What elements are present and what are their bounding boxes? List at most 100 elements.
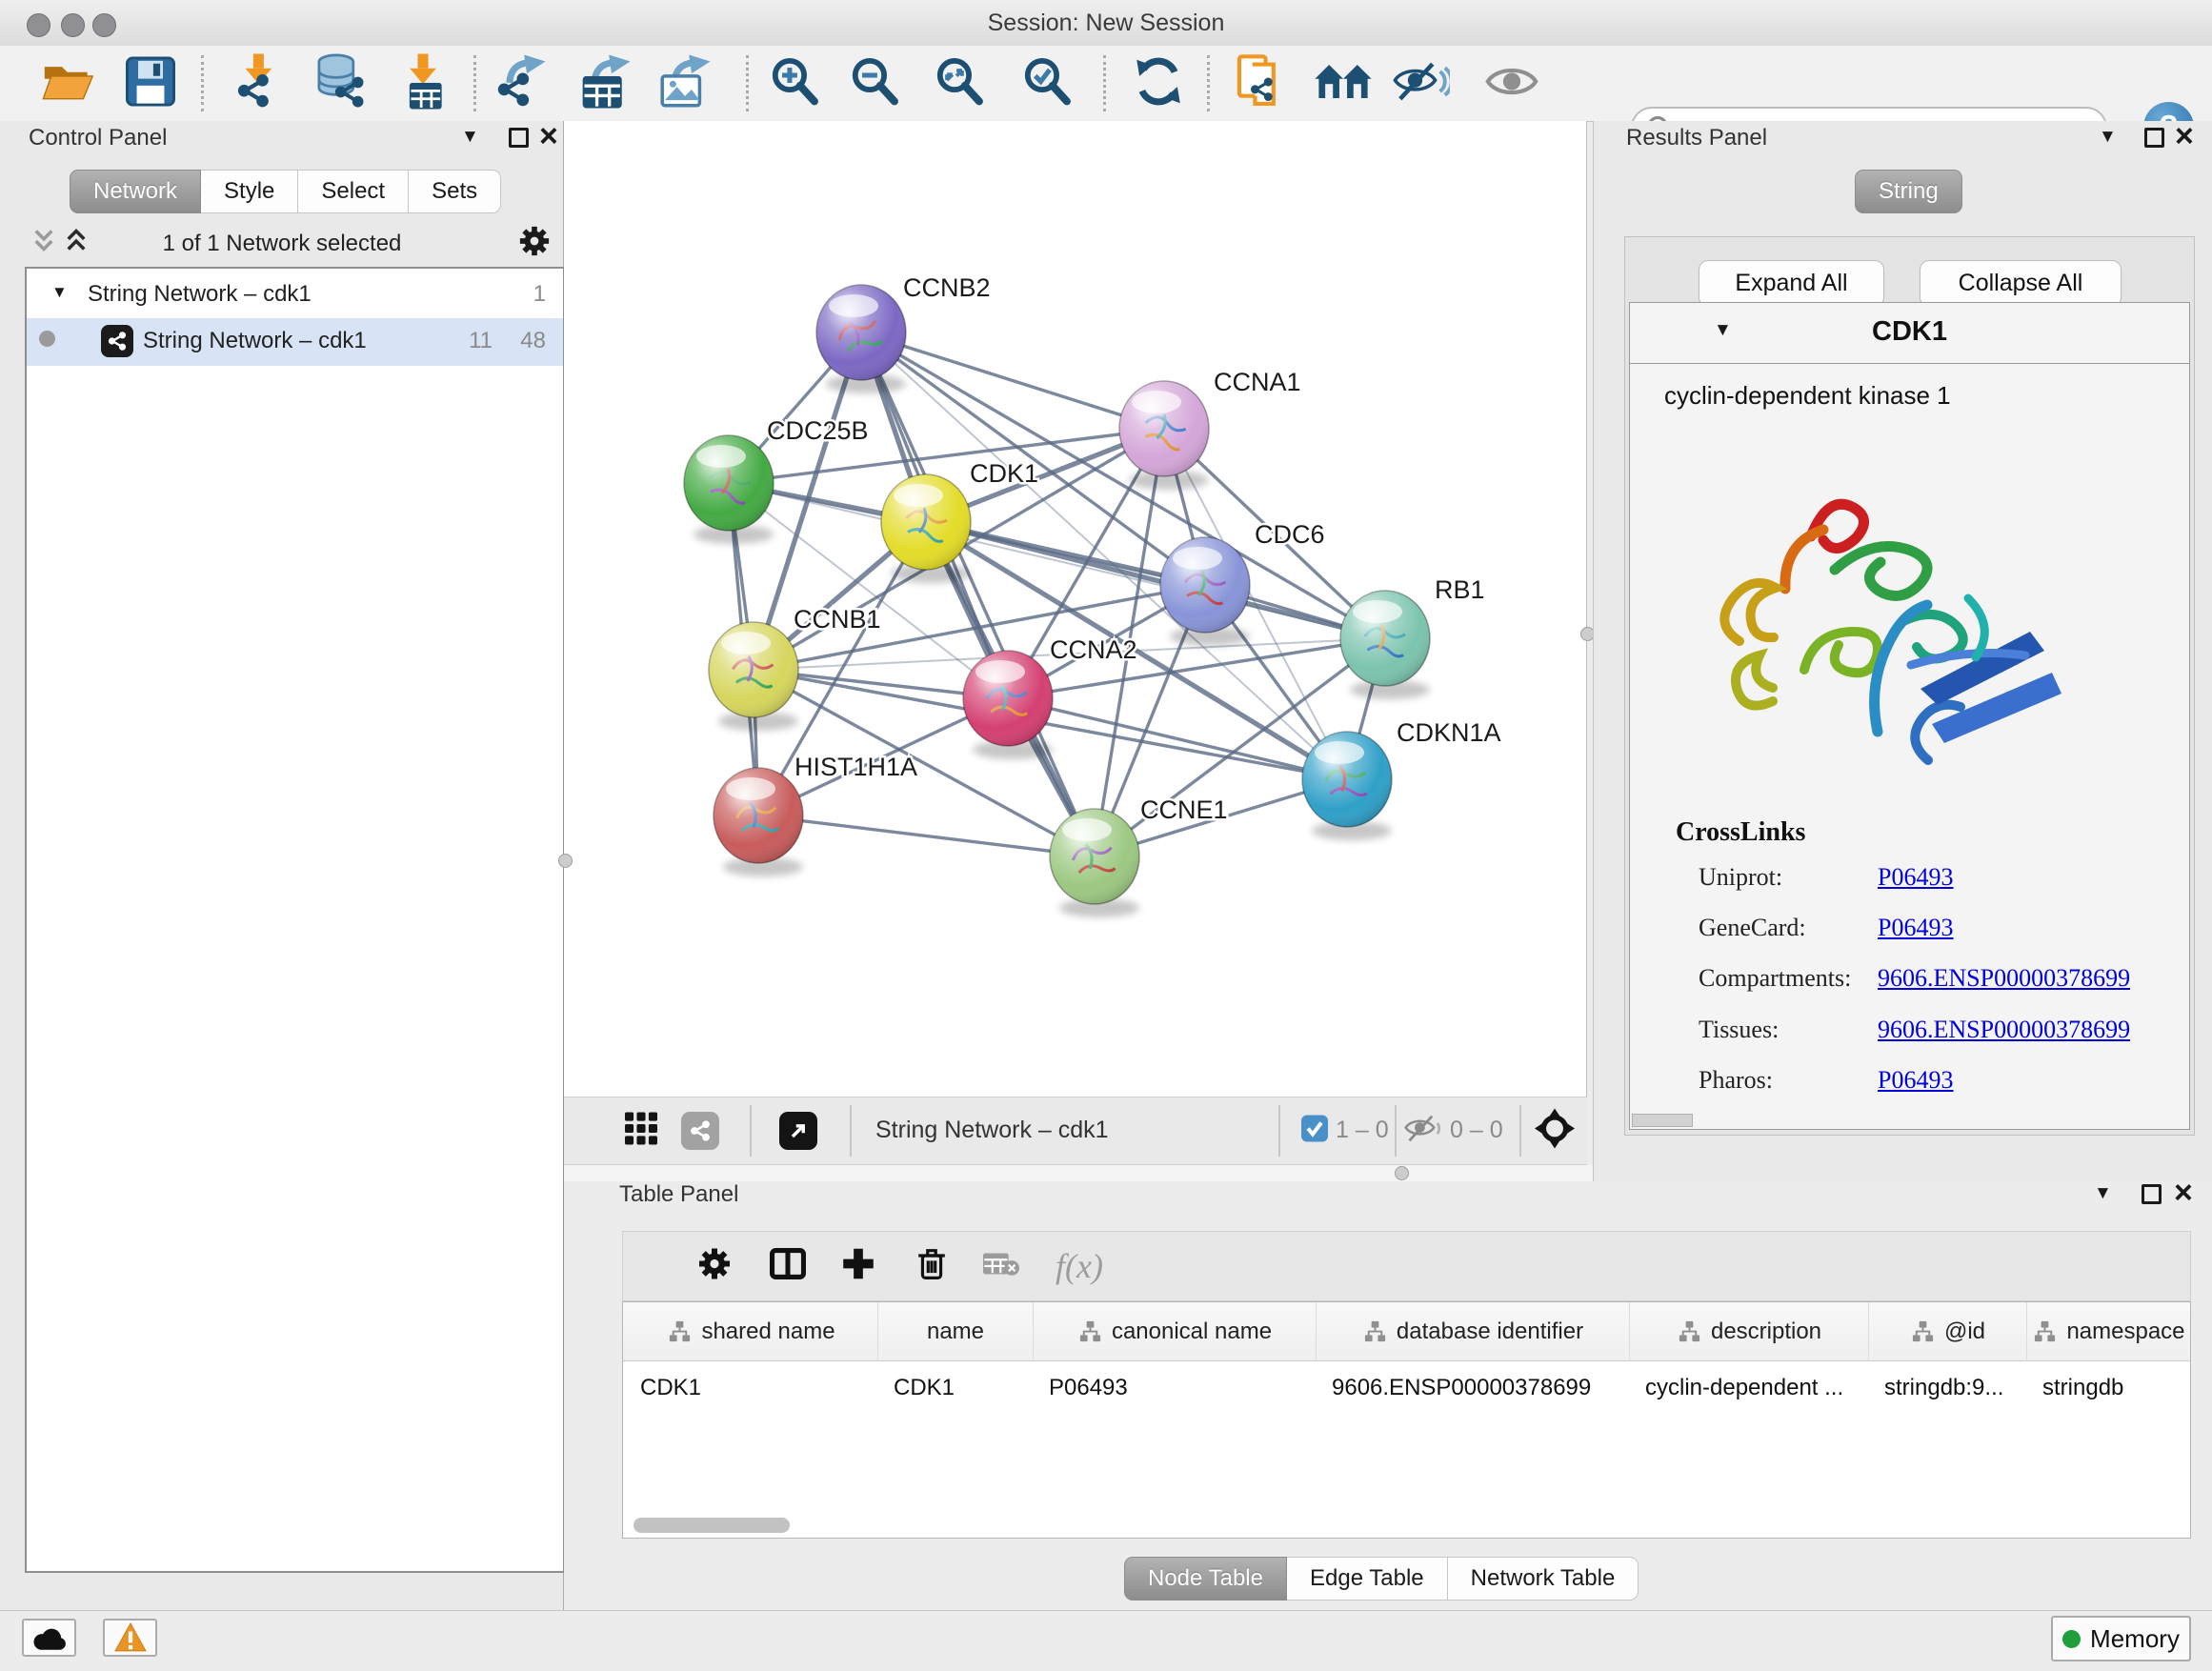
tab-network[interactable]: Network bbox=[70, 170, 201, 213]
cloud-icon bbox=[32, 1624, 67, 1651]
namespace-tree-icon bbox=[1910, 1319, 1936, 1345]
network-node-ccna2[interactable] bbox=[963, 651, 1053, 759]
card-scrollbar-thumb[interactable] bbox=[1632, 1114, 1693, 1127]
control-panel-menu-icon[interactable]: ▼ bbox=[461, 127, 479, 148]
tab-network-table[interactable]: Network Table bbox=[1448, 1557, 1639, 1601]
selected-nodes-checkbox-icon[interactable] bbox=[1300, 1115, 1329, 1148]
collection-expand-icon[interactable]: ▼ bbox=[51, 283, 68, 302]
collapse-all-button[interactable]: Collapse All bbox=[1920, 260, 2122, 307]
cloud-button[interactable] bbox=[22, 1619, 76, 1657]
zoom-selected-icon[interactable] bbox=[1022, 56, 1072, 111]
crosslink-uniprot-link[interactable]: P06493 bbox=[1878, 863, 1953, 892]
show-results-icon[interactable] bbox=[1485, 62, 1538, 105]
left-splitter-handle[interactable] bbox=[558, 854, 573, 868]
table-panel-menu-icon[interactable]: ▼ bbox=[2094, 1183, 2112, 1204]
column-header-database-identifier[interactable]: database identifier bbox=[1317, 1302, 1630, 1361]
table-panel-close-icon[interactable]: × bbox=[2174, 1180, 2193, 1205]
network-node-hist1h1a[interactable] bbox=[714, 768, 803, 876]
delete-column-trash-icon[interactable] bbox=[915, 1246, 948, 1287]
column-header-namespace[interactable]: namespace bbox=[2027, 1302, 2191, 1361]
import-table-icon[interactable] bbox=[397, 53, 449, 113]
crosslink-genecard-link[interactable]: P06493 bbox=[1878, 914, 1953, 942]
table-cell[interactable]: cyclin-dependent ... bbox=[1630, 1361, 1869, 1415]
results-panel-menu-icon[interactable]: ▼ bbox=[2099, 127, 2117, 148]
table-cell[interactable]: stringdb:9... bbox=[1869, 1361, 2027, 1415]
crosslink-compartments-link[interactable]: 9606.ENSP00000378699 bbox=[1878, 964, 2130, 993]
tab-style[interactable]: Style bbox=[201, 170, 298, 213]
export-image-icon[interactable] bbox=[659, 54, 711, 112]
zoom-fit-icon[interactable] bbox=[935, 56, 984, 111]
network-node-ccna1[interactable] bbox=[1119, 381, 1209, 490]
grid-view-icon[interactable] bbox=[625, 1113, 657, 1150]
network-collection-row[interactable]: ▼ String Network – cdk1 1 bbox=[27, 272, 563, 318]
network-edge[interactable] bbox=[758, 815, 1095, 856]
network-graph[interactable]: CCNB2CCNA1CDC25BCDK1CDC6RB1CCNB1CCNA2CDK… bbox=[564, 121, 1586, 1096]
table-panel-float-icon[interactable] bbox=[2142, 1184, 2162, 1204]
delete-table-icon[interactable] bbox=[983, 1250, 1019, 1283]
tab-node-table[interactable]: Node Table bbox=[1124, 1557, 1287, 1601]
column-header-shared-name[interactable]: shared name bbox=[625, 1302, 878, 1361]
warnings-button[interactable] bbox=[103, 1619, 157, 1657]
network-node-ccnb2[interactable] bbox=[816, 285, 906, 393]
table-cell[interactable]: CDK1 bbox=[878, 1361, 1034, 1415]
network-overview-share-icon[interactable] bbox=[681, 1112, 719, 1150]
results-panel-float-icon[interactable] bbox=[2144, 128, 2164, 148]
import-network-file-icon[interactable] bbox=[231, 53, 283, 113]
table-cell[interactable]: CDK1 bbox=[625, 1361, 878, 1415]
gene-card-header[interactable]: ▼ CDK1 bbox=[1630, 303, 2189, 364]
node-label-cdkn1a: CDKN1A bbox=[1397, 718, 1501, 747]
network-node-cdk1[interactable] bbox=[881, 474, 971, 583]
node-label-ccnb1: CCNB1 bbox=[794, 605, 881, 634]
export-table-icon[interactable] bbox=[579, 54, 631, 112]
column-header-canonical-name[interactable]: canonical name bbox=[1034, 1302, 1317, 1361]
add-column-plus-icon[interactable] bbox=[842, 1248, 875, 1285]
table-settings-gear-icon[interactable] bbox=[697, 1247, 732, 1286]
control-panel-float-icon[interactable] bbox=[509, 128, 529, 148]
tab-edge-table[interactable]: Edge Table bbox=[1287, 1557, 1448, 1601]
tab-string[interactable]: String bbox=[1855, 170, 1962, 213]
network-node-ccne1[interactable] bbox=[1050, 809, 1139, 917]
crosslink-label: GeneCard: bbox=[1699, 914, 1806, 942]
string-home-icon[interactable] bbox=[1314, 59, 1373, 108]
tab-sets[interactable]: Sets bbox=[409, 170, 501, 213]
network-view-title: String Network – cdk1 bbox=[875, 1117, 1109, 1144]
network-node-cdc25b[interactable] bbox=[684, 435, 774, 544]
crosslink-tissues-link[interactable]: 9606.ENSP00000378699 bbox=[1878, 1016, 2130, 1044]
detach-view-icon[interactable] bbox=[779, 1112, 817, 1150]
expand-all-button[interactable]: Expand All bbox=[1699, 260, 1884, 307]
network-options-gear-icon[interactable] bbox=[518, 225, 551, 262]
bottom-splitter-handle[interactable] bbox=[1395, 1166, 1409, 1180]
network-node-rb1[interactable] bbox=[1340, 591, 1430, 699]
table-hscrollbar-thumb[interactable] bbox=[633, 1518, 790, 1533]
table-cell[interactable]: 9606.ENSP00000378699 bbox=[1317, 1361, 1630, 1415]
network-canvas[interactable]: CCNB2CCNA1CDC25BCDK1CDC6RB1CCNB1CCNA2CDK… bbox=[564, 121, 1587, 1097]
column-header-name[interactable]: name bbox=[878, 1302, 1034, 1361]
hide-results-icon[interactable] bbox=[1393, 60, 1450, 107]
hidden-eye-slash-icon[interactable] bbox=[1404, 1114, 1444, 1149]
column-header-description[interactable]: description bbox=[1630, 1302, 1869, 1361]
clone-network-icon[interactable] bbox=[1236, 53, 1285, 113]
network-node-ccnb1[interactable] bbox=[709, 622, 798, 731]
tab-select[interactable]: Select bbox=[298, 170, 409, 213]
export-network-icon[interactable] bbox=[494, 54, 546, 112]
open-session-icon[interactable] bbox=[42, 59, 95, 108]
function-builder-icon[interactable]: f(x) bbox=[1056, 1246, 1103, 1286]
import-network-database-icon[interactable] bbox=[312, 53, 368, 113]
zoom-out-icon[interactable] bbox=[850, 56, 899, 111]
table-cell[interactable]: P06493 bbox=[1034, 1361, 1317, 1415]
birdseye-crosshair-icon[interactable] bbox=[1535, 1109, 1575, 1154]
control-panel-close-icon[interactable]: × bbox=[539, 124, 558, 149]
save-session-icon[interactable] bbox=[126, 56, 175, 111]
results-panel-close-icon[interactable]: × bbox=[2175, 124, 2194, 149]
network-node-cdkn1a[interactable] bbox=[1302, 732, 1392, 840]
network-node-cdc6[interactable] bbox=[1160, 537, 1250, 646]
memory-button[interactable]: Memory bbox=[2051, 1616, 2191, 1661]
refresh-icon[interactable] bbox=[1133, 55, 1184, 111]
table-cell[interactable]: stringdb bbox=[2027, 1361, 2191, 1415]
network-edge[interactable] bbox=[861, 332, 1164, 429]
network-row-selected[interactable]: String Network – cdk1 11 48 bbox=[27, 318, 563, 366]
crosslink-pharos-link[interactable]: P06493 bbox=[1878, 1066, 1953, 1095]
column-header--id[interactable]: @id bbox=[1869, 1302, 2027, 1361]
show-columns-icon[interactable] bbox=[770, 1248, 806, 1285]
zoom-in-icon[interactable] bbox=[770, 56, 819, 111]
